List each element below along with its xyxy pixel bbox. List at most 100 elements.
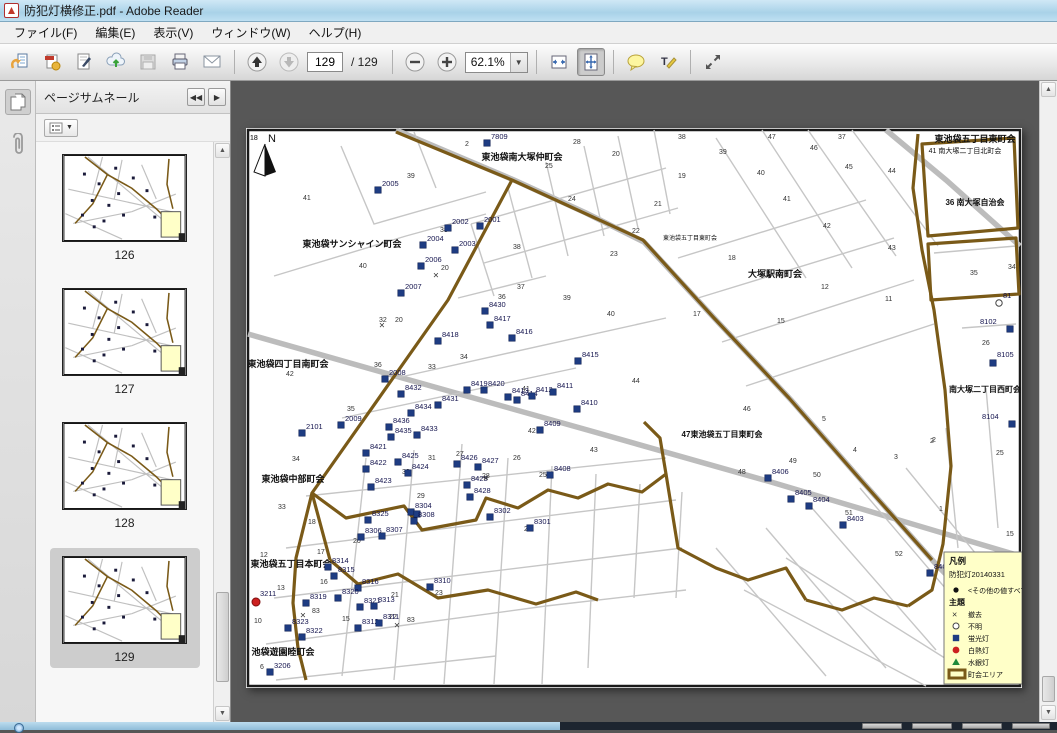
fluorescent-light-marker (355, 625, 361, 631)
text-annotation-button[interactable]: T (654, 48, 682, 76)
marker-label: 8424 (412, 462, 429, 471)
next-page-button[interactable] (275, 48, 303, 76)
previous-page-button[interactable] (243, 48, 271, 76)
menu-edit[interactable]: 編集(E) (87, 22, 143, 43)
block-number: 31 (428, 455, 436, 462)
area-label: 池袋遊園睦町会 (251, 646, 315, 657)
attachments-panel-button[interactable] (5, 133, 31, 159)
area-label: 東池袋五丁目東町会 (934, 133, 1016, 144)
fit-width-button[interactable] (545, 48, 573, 76)
menu-help[interactable]: ヘルプ(H) (301, 22, 370, 43)
marker-label: 2001 (484, 215, 501, 224)
cloud-upload-button[interactable] (102, 48, 130, 76)
marker-label: 8308 (418, 510, 435, 519)
zoom-out-icon (404, 51, 426, 73)
taskbar-window-button[interactable] (862, 723, 902, 729)
page-number-input[interactable] (307, 52, 343, 72)
menu-window[interactable]: ウィンドウ(W) (203, 22, 298, 43)
fit-page-button[interactable] (577, 48, 605, 76)
title-bar: 防犯灯横修正.pdf - Adobe Reader (0, 0, 1057, 22)
scroll-up-icon[interactable]: ▲ (215, 143, 230, 158)
sign-button[interactable] (70, 48, 98, 76)
create-pdf-button[interactable] (38, 48, 66, 76)
legend-item-label: 蛍光灯 (968, 634, 989, 643)
removed-light-marker: × (394, 621, 400, 632)
print-button[interactable] (166, 48, 194, 76)
removed-light-marker: × (379, 321, 385, 332)
fluorescent-light-marker (338, 422, 344, 428)
windows-taskbar[interactable] (0, 722, 1057, 730)
fluorescent-light-marker (452, 247, 458, 253)
sidebar-scrollbar[interactable]: ▲ ▼ (213, 142, 230, 722)
email-button[interactable] (198, 48, 226, 76)
open-file-button[interactable] (6, 48, 34, 76)
block-number: 48 (738, 469, 746, 476)
thumbnail-options-button[interactable]: ▼ (44, 119, 78, 137)
thumbnail-image[interactable] (62, 154, 187, 242)
marker-label: 8416 (516, 327, 533, 336)
sidebar-scroll-thumb[interactable] (216, 592, 229, 682)
marker-label: 8105 (997, 350, 1014, 359)
thumbnail-page-number: 128 (114, 516, 134, 530)
fluorescent-light-marker (303, 600, 309, 606)
legend-item-label: 水銀灯 (968, 658, 989, 667)
thumbnail-page-number: 129 (114, 650, 134, 664)
page-thumbnails-panel-button[interactable] (5, 89, 31, 115)
thumbnail-image[interactable] (62, 288, 187, 376)
block-number: 12 (260, 552, 268, 559)
zoom-dropdown-button[interactable]: ▼ (510, 53, 527, 72)
save-button[interactable] (134, 48, 162, 76)
block-number: 16 (320, 579, 328, 586)
block-number: 21 (654, 201, 662, 208)
fluorescent-light-marker (575, 358, 581, 364)
fluorescent-light-marker (420, 242, 426, 248)
scroll-down-icon[interactable]: ▼ (215, 706, 230, 721)
document-scrollbar[interactable]: ▲ ▼ (1039, 81, 1057, 722)
zoom-out-button[interactable] (401, 48, 429, 76)
zoom-level-value: 62.1% (466, 55, 510, 69)
comment-button[interactable] (622, 48, 650, 76)
fullscreen-button[interactable] (699, 48, 727, 76)
fluorescent-light-marker (1007, 326, 1013, 332)
page-thumbnail-129[interactable]: 129 (50, 548, 200, 668)
fluorescent-light-marker (435, 338, 441, 344)
page-thumbnail-127[interactable]: 127 (50, 280, 200, 400)
page-thumbnail-126[interactable]: 126 (50, 146, 200, 266)
fluorescent-light-marker (414, 432, 420, 438)
document-scroll-thumb[interactable] (1042, 676, 1055, 702)
taskbar-window-button[interactable] (962, 723, 1002, 729)
taskbar-window-button[interactable] (912, 723, 952, 729)
fluorescent-light-marker (379, 533, 385, 539)
block-number: 43 (888, 245, 896, 252)
menu-view[interactable]: 表示(V) (145, 22, 201, 43)
block-number: 34 (460, 354, 468, 361)
block-number: 20 (612, 151, 620, 158)
collapse-panel-button[interactable]: ◀◀ (187, 88, 205, 106)
fluorescent-light-marker (382, 376, 388, 382)
scroll-down-icon[interactable]: ▼ (1041, 705, 1056, 720)
pdf-page[interactable]: N 18413923840202528202422233837363940383… (246, 128, 1022, 688)
thumbnail-image[interactable] (62, 556, 187, 644)
menu-file[interactable]: ファイル(F) (6, 22, 85, 43)
fluorescent-light-marker (477, 223, 483, 229)
legend-red-dot-icon (953, 647, 960, 654)
zoom-in-button[interactable] (433, 48, 461, 76)
svg-text:N: N (268, 133, 276, 145)
fluorescent-light-marker (445, 225, 451, 231)
block-number: 15 (1006, 531, 1014, 538)
fluorescent-light-marker (505, 394, 511, 400)
zoom-level-control[interactable]: 62.1% ▼ (465, 52, 528, 73)
taskbar-window-button[interactable] (1012, 723, 1050, 729)
marker-label: 2007 (405, 282, 422, 291)
thumbnail-image[interactable] (62, 422, 187, 510)
fluorescent-light-marker (481, 387, 487, 393)
expand-panel-button[interactable]: ▶ (208, 88, 226, 106)
block-number: 15 (777, 318, 785, 325)
fluorescent-light-marker (547, 472, 553, 478)
legend-title: 凡例 (949, 556, 967, 566)
block-number: 10 (254, 618, 262, 625)
open-file-icon (10, 52, 30, 72)
scroll-up-icon[interactable]: ▲ (1041, 82, 1056, 97)
page-thumbnail-128[interactable]: 128 (50, 414, 200, 534)
start-button[interactable] (14, 723, 24, 733)
